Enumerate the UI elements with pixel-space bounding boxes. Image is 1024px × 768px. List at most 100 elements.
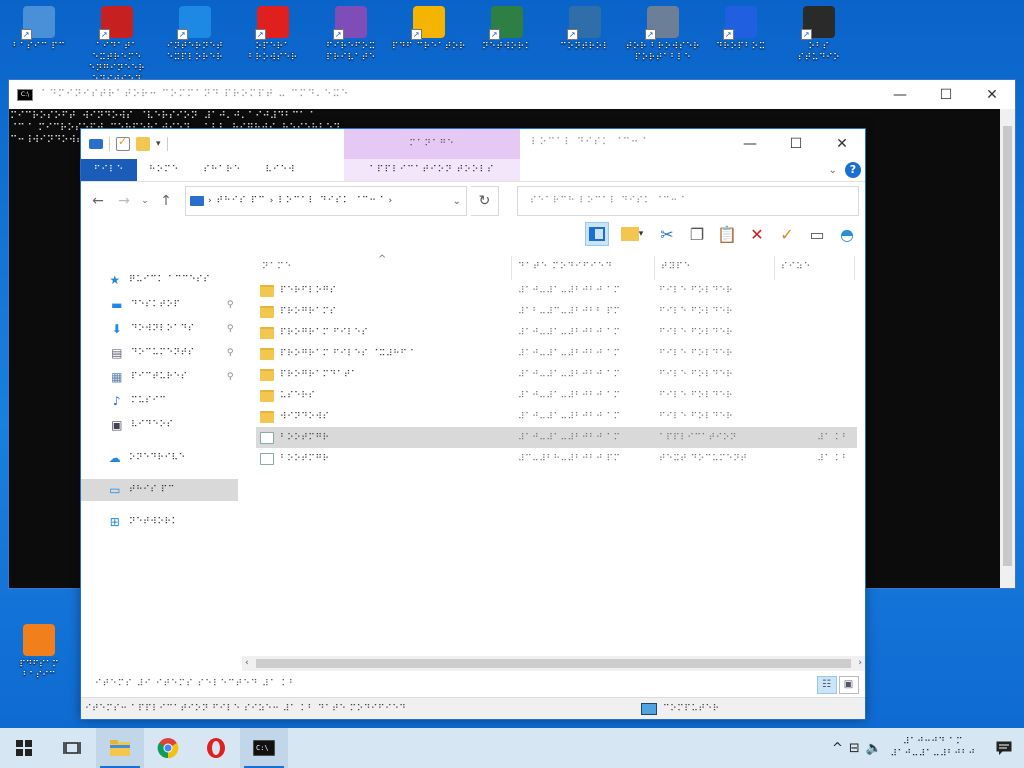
taskbar-file-explorer[interactable] [96, 728, 144, 768]
desktop-icon[interactable]: ↗ ⠉⠕⠝⠞⠗⠕⠇ [546, 4, 624, 53]
forward-button[interactable]: → [113, 190, 135, 212]
desktop-icon[interactable]: ↗⠁⠊⠙⠁⠞⠁ ⠑⠭⠞⠗⠑⠍⠑ ⠑⠝⠛⠊⠝⠑⠑⠗ ⠑⠙⠊⠞⠊⠕⠝ [78, 4, 156, 86]
show-hidden-icons-icon[interactable]: ^ [832, 741, 843, 756]
recent-locations-button[interactable]: ⌄ [139, 190, 151, 212]
desktop-icon-pdfsam[interactable]: ⠏⠙⠋⠎⠁⠍ ⠃⠁⠎⠊⠉ [4, 622, 74, 682]
qat-dropdown-icon[interactable]: ▾ [156, 139, 161, 149]
table-row[interactable]: ⠏⠗⠕⠛⠗⠁⠍ ⠋⠊⠇⠑⠎ ⠼⠁⠚⠤⠼⠁⠤⠼⠃⠚⠃⠚ ⠁⠍ ⠋⠊⠇⠑ ⠋⠕⠇⠙⠑⠗ [256, 322, 857, 343]
horizontal-scrollbar[interactable]: ‹ › [242, 656, 865, 671]
taskbar-chrome[interactable] [144, 728, 192, 768]
desktop-icon[interactable]: ↗ ⠏⠙⠋ ⠉⠗⠑⠁⠞⠕⠗ [390, 4, 468, 53]
close-button[interactable]: ✕ [969, 80, 1015, 109]
console-scrollbar[interactable] [1000, 109, 1015, 588]
table-row[interactable]: ⠏⠑⠗⠋⠇⠕⠛⠎ ⠼⠁⠚⠤⠼⠁⠤⠼⠃⠚⠃⠚ ⠁⠍ ⠋⠊⠇⠑ ⠋⠕⠇⠙⠑⠗ [256, 280, 857, 301]
close-button[interactable]: ✕ [819, 129, 865, 158]
column-date-modified[interactable]: ⠙⠁⠞⠑ ⠍⠕⠙⠊⠋⠊⠑⠙ [512, 256, 655, 280]
table-row[interactable]: ⠥⠎⠑⠗⠎ ⠼⠁⠚⠤⠼⠁⠤⠼⠃⠚⠃⠚ ⠁⠍ ⠋⠊⠇⠑ ⠋⠕⠇⠙⠑⠗ [256, 385, 857, 406]
table-row[interactable]: ⠃⠕⠕⠞⠍⠛⠗ ⠼⠉⠤⠼⠃⠓⠤⠼⠃⠚⠃⠚ ⠏⠍ ⠞⠑⠭⠞ ⠙⠕⠉⠥⠍⠑⠝⠞ ⠼⠁ ⠅⠃ [256, 448, 857, 469]
network-icon[interactable]: ⊟ [849, 741, 860, 756]
scroll-thumb[interactable] [256, 659, 851, 668]
tab-home[interactable]: ⠓⠕⠍⠑ [137, 159, 191, 181]
refresh-button[interactable]: ↻ [471, 186, 499, 216]
table-row[interactable]: ⠏⠗⠕⠛⠗⠁⠍⠙⠁⠞⠁ ⠼⠁⠚⠤⠼⠁⠤⠼⠃⠚⠃⠚ ⠁⠍ ⠋⠊⠇⠑ ⠋⠕⠇⠙⠑⠗ [256, 364, 857, 385]
rename-check-icon[interactable]: ✓ [775, 222, 799, 246]
tab-application-tools[interactable]: ⠁⠏⠏⠇⠊⠉⠁⠞⠊⠕⠝ ⠞⠕⠕⠇⠎ [344, 159, 520, 181]
help-icon[interactable]: ? [845, 162, 861, 178]
file-explorer-window[interactable]: ✓ ▾ ⠍⠁⠝⠁⠛⠑ ⠇⠕⠉⠁⠇ ⠙⠊⠎⠅ ⠈⠉⠒⠈ — ☐ ✕ ⠋⠊⠇⠑ ⠓⠕… [80, 128, 866, 720]
large-icons-view-button[interactable]: ▣ [839, 676, 859, 694]
new-folder-button[interactable]: ▾ [615, 222, 649, 246]
scroll-thumb[interactable] [1003, 126, 1012, 566]
search-input[interactable]: ⠎⠑⠁⠗⠉⠓ ⠇⠕⠉⠁⠇ ⠙⠊⠎⠅ ⠈⠉⠒⠈ [517, 186, 859, 216]
file-date: ⠼⠁⠚⠤⠼⠁⠤⠼⠃⠚⠃⠚ ⠁⠍ [518, 327, 621, 338]
desktop-icon[interactable]: ↗ ⠊⠝⠞⠑⠗⠝⠑⠞ ⠑⠭⠏⠇⠕⠗⠑⠗ [156, 4, 234, 64]
properties-icon[interactable]: ✓ [116, 135, 130, 151]
copy-icon[interactable]: ❐ [685, 222, 709, 246]
nav-item[interactable]: ⬇ ⠙⠕⠺⠝⠇⠕⠁⠙⠎ ⚲ [81, 318, 238, 340]
shell-icon[interactable]: ◓ [835, 222, 859, 246]
address-dropdown-icon[interactable]: ⌄ [449, 196, 462, 207]
scroll-right-icon[interactable]: › [858, 656, 862, 671]
desktop-icon[interactable]: ↗ ⠝⠑⠞⠺⠕⠗⠅ [468, 4, 546, 53]
volume-icon[interactable]: 🔈 [866, 741, 882, 756]
address-field[interactable]: › ⠞⠓⠊⠎ ⠏⠉ › ⠇⠕⠉⠁⠇ ⠙⠊⠎⠅ ⠈⠉⠒⠈ › ⌄ [185, 186, 467, 216]
nav-item-label: ⠟⠥⠊⠉⠅ ⠁⠉⠉⠑⠎⠎ [129, 275, 211, 285]
table-row[interactable]: ⠺⠊⠝⠙⠕⠺⠎ ⠼⠁⠚⠤⠼⠁⠤⠼⠃⠚⠃⠚ ⠁⠍ ⠋⠊⠇⠑ ⠋⠕⠇⠙⠑⠗ [256, 406, 857, 427]
desktop-icon[interactable]: ↗ ⠋⠊⠗⠑⠋⠕⠭ ⠏⠗⠊⠧⠁⠞⠑ [312, 4, 390, 64]
tab-file[interactable]: ⠋⠊⠇⠑ [81, 159, 137, 181]
minimize-button[interactable]: — [877, 80, 923, 109]
file-name-cell: ⠃⠕⠕⠞⠍⠛⠗ [256, 452, 512, 465]
task-view-button[interactable] [48, 728, 96, 768]
up-button[interactable]: ↑ [155, 190, 177, 212]
nav-item-label: ⠍⠥⠎⠊⠉ [131, 396, 167, 406]
desktop-icon[interactable]: ↗ ⠕⠏⠑⠗⠁ ⠃⠗⠕⠺⠎⠑⠗ [234, 4, 312, 64]
tab-view[interactable]: ⠧⠊⠑⠺ [253, 159, 307, 181]
details-view-button[interactable]: ☷ [817, 676, 837, 694]
console-titlebar[interactable]: C:\ ⠁⠙⠍⠊⠝⠊⠎⠞⠗⠁⠞⠕⠗⠒ ⠉⠕⠍⠍⠁⠝⠙ ⠏⠗⠕⠍⠏⠞ ⠤ ⠉⠍⠙⠄… [9, 80, 1015, 109]
nav-item[interactable]: ♪ ⠍⠥⠎⠊⠉ [81, 390, 238, 412]
properties-icon[interactable]: ▭ [805, 222, 829, 246]
minimize-button[interactable]: — [727, 129, 773, 158]
nav-item[interactable]: ★ ⠟⠥⠊⠉⠅ ⠁⠉⠉⠑⠎⠎ [81, 269, 238, 291]
scroll-left-icon[interactable]: ‹ [245, 656, 249, 671]
nav-item[interactable]: ▤ ⠙⠕⠉⠥⠍⠑⠝⠞⠎ ⚲ [81, 342, 238, 364]
column-type[interactable]: ⠞⠽⠏⠑ [655, 256, 775, 280]
preview-pane-button[interactable] [585, 222, 609, 246]
taskbar-command-prompt[interactable]: C:\ [240, 728, 288, 768]
clock[interactable]: ⠼⠁⠚⠒⠚⠙ ⠁⠍ ⠼⠁⠚⠤⠼⠁⠤⠼⠃⠚⠃⠚ [888, 736, 978, 760]
paste-icon[interactable]: 📋 [715, 222, 739, 246]
file-size: ⠼⠁ ⠅⠃ [817, 453, 849, 464]
action-center-icon[interactable] [984, 728, 1024, 768]
table-row[interactable]: ⠏⠗⠕⠛⠗⠁⠍ ⠋⠊⠇⠑⠎ ⠈⠭⠼⠓⠋⠈ ⠼⠁⠚⠤⠼⠁⠤⠼⠃⠚⠃⠚ ⠁⠍ ⠋⠊⠇⠑ … [256, 343, 857, 364]
taskbar-opera[interactable] [192, 728, 240, 768]
nav-item[interactable]: ▦ ⠏⠊⠉⠞⠥⠗⠑⠎ ⚲ [81, 366, 238, 388]
expand-ribbon-icon[interactable]: ⌄ [829, 165, 837, 176]
explorer-titlebar[interactable]: ✓ ▾ ⠍⠁⠝⠁⠛⠑ ⠇⠕⠉⠁⠇ ⠙⠊⠎⠅ ⠈⠉⠒⠈ — ☐ ✕ [81, 129, 865, 159]
table-row[interactable]: ⠏⠗⠕⠛⠗⠁⠍⠎ ⠼⠁⠃⠤⠼⠉⠤⠼⠃⠚⠃⠃ ⠏⠍ ⠋⠊⠇⠑ ⠋⠕⠇⠙⠑⠗ [256, 301, 857, 322]
desktop-icon[interactable]: ↗ ⠕⠃⠎ ⠎⠞⠥⠙⠊⠕ [780, 4, 858, 64]
cut-icon[interactable]: ✂ [655, 222, 679, 246]
nav-item[interactable]: ▬ ⠙⠑⠎⠅⠞⠕⠏ ⚲ [81, 294, 238, 316]
new-folder-icon[interactable] [136, 137, 150, 151]
file-date: ⠼⠁⠚⠤⠼⠁⠤⠼⠃⠚⠃⠚ ⠁⠍ [518, 411, 621, 422]
desktop-icon[interactable]: ↗ ⠞⠕⠗ ⠃⠗⠕⠺⠎⠑⠗ ⠏⠕⠗⠞⠁⠃⠇⠑ [624, 4, 702, 64]
nav-item[interactable]: ▣ ⠧⠊⠙⠑⠕⠎ [81, 414, 238, 436]
table-row[interactable]: ⠃⠕⠕⠞⠍⠛⠗ ⠼⠁⠚⠤⠼⠁⠤⠼⠃⠚⠃⠚ ⠁⠍ ⠁⠏⠏⠇⠊⠉⠁⠞⠊⠕⠝ ⠼⠁ ⠅⠃ [256, 427, 857, 448]
start-button[interactable] [0, 728, 48, 768]
nav-item[interactable]: ☁ ⠕⠝⠑⠙⠗⠊⠧⠑ [81, 447, 238, 469]
back-button[interactable]: ← [87, 190, 109, 212]
tab-share[interactable]: ⠎⠓⠁⠗⠑ [191, 159, 253, 181]
breadcrumb[interactable]: › ⠞⠓⠊⠎ ⠏⠉ › ⠇⠕⠉⠁⠇ ⠙⠊⠎⠅ ⠈⠉⠒⠈ › [208, 196, 449, 206]
desktop-icon[interactable]: ↗ ⠃⠁⠎⠊⠉ ⠏⠉ [0, 4, 78, 53]
delete-icon[interactable]: ✕ [745, 222, 769, 246]
file-name: ⠏⠗⠕⠛⠗⠁⠍⠙⠁⠞⠁ [280, 369, 359, 380]
desktop-icon-label: ⠕⠃⠎ ⠎⠞⠥⠙⠊⠕ [797, 42, 841, 63]
desktop-icon-label: ⠊⠝⠞⠑⠗⠝⠑⠞ ⠑⠭⠏⠇⠕⠗⠑⠗ [166, 42, 224, 63]
maximize-button[interactable]: ☐ [773, 129, 819, 158]
file-type: ⠋⠊⠇⠑ ⠋⠕⠇⠙⠑⠗ [659, 390, 734, 401]
desktop-icon[interactable]: ↗ ⠙⠗⠕⠏⠃⠕⠭ [702, 4, 780, 53]
column-size[interactable]: ⠎⠊⠵⠑ [775, 256, 855, 280]
nav-item[interactable]: ⊞ ⠝⠑⠞⠺⠕⠗⠅ [81, 511, 238, 533]
maximize-button[interactable]: ☐ [923, 80, 969, 109]
nav-item[interactable]: ▭ ⠞⠓⠊⠎ ⠏⠉ [81, 479, 238, 501]
